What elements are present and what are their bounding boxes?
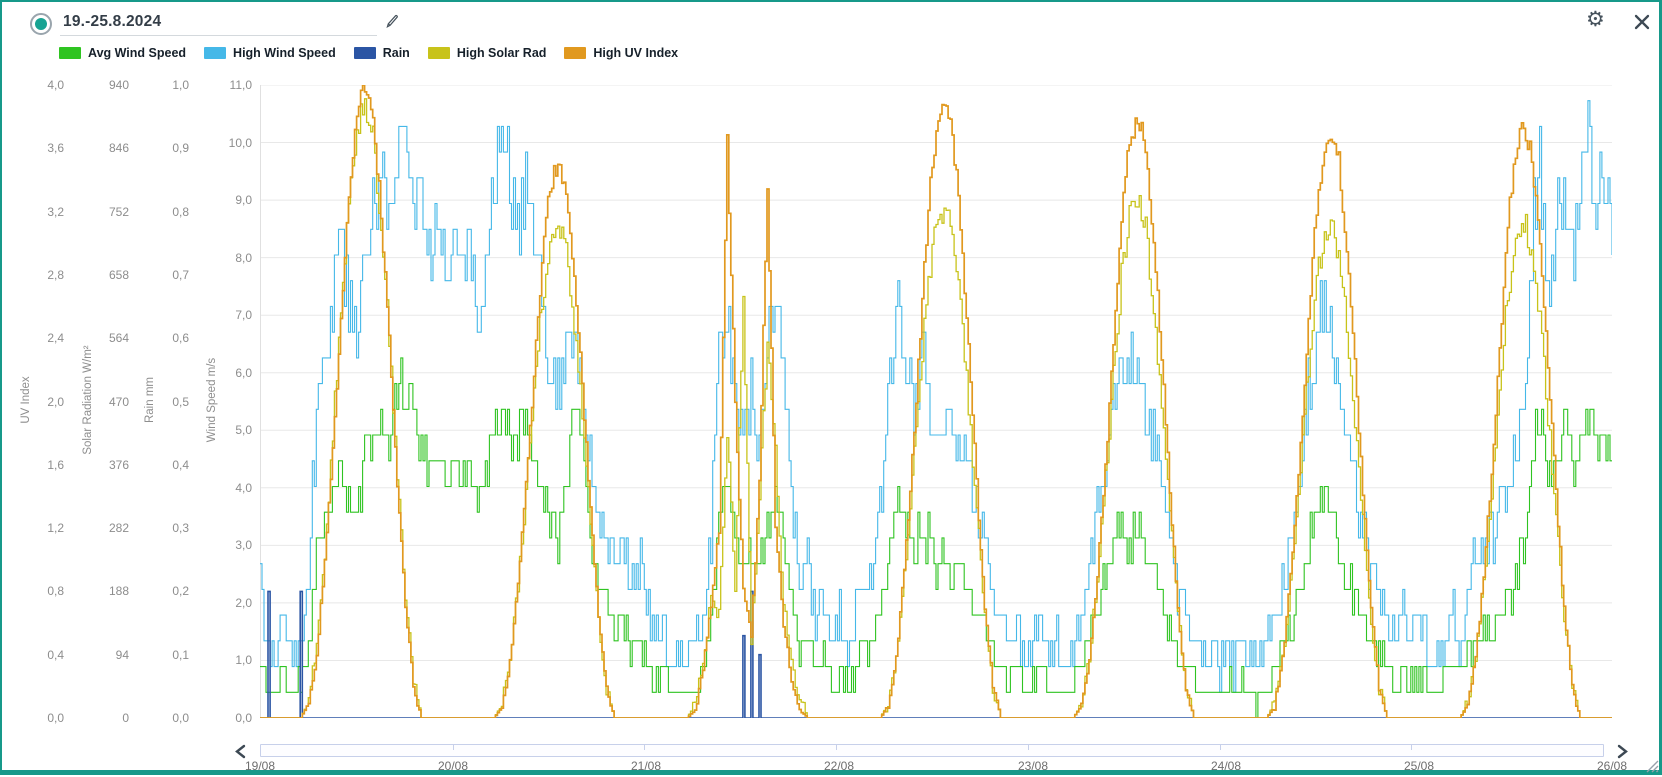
tick-label: 658 xyxy=(109,268,129,282)
app-window: 19.-25.8.2024 ⚙ Avg Wind SpeedHigh Wind … xyxy=(0,0,1662,775)
tick-label: 2,4 xyxy=(47,331,64,345)
scrollbar-day-tick xyxy=(1220,745,1221,750)
tick-column-solar: 940846752658564470376282188940 xyxy=(83,2,129,777)
x-axis-label: 20/08 xyxy=(418,759,488,773)
settings-gear-button[interactable]: ⚙ xyxy=(1586,9,1605,30)
tick-label: 10,0 xyxy=(229,136,252,150)
series-rain xyxy=(260,591,1612,718)
tick-label: 8,0 xyxy=(235,251,252,265)
legend-swatch-icon xyxy=(564,47,586,59)
scrollbar-day-tick xyxy=(1028,745,1029,750)
legend-item-high-solar-rad[interactable]: High Solar Rad xyxy=(428,46,547,60)
tick-label: 752 xyxy=(109,205,129,219)
x-axis-label: 23/08 xyxy=(998,759,1068,773)
tick-label: 5,0 xyxy=(235,423,252,437)
legend-item-rain[interactable]: Rain xyxy=(354,46,410,60)
series-avg-wind-speed xyxy=(260,358,1612,718)
tick-label: 2,8 xyxy=(47,268,64,282)
x-axis-label: 24/08 xyxy=(1191,759,1261,773)
scrollbar-day-tick xyxy=(1411,745,1412,750)
tick-label: 0,5 xyxy=(172,395,189,409)
tick-label: 9,0 xyxy=(235,193,252,207)
scrollbar-day-tick xyxy=(453,745,454,750)
series-high-solar-rad xyxy=(260,99,1612,718)
tick-column-uv: 4,0 3,6 3,2 2,8 2,4 2,0 1,6 1,2 0,8 0,4 0,0 xyxy=(18,2,64,777)
tick-label: 0 xyxy=(122,711,129,725)
tick-column-wind: 11,0 10,0 9,0 8,0 7,0 6,0 5,0 4,0 3,0 2,0 1,0 0,0 xyxy=(206,2,252,777)
tick-label: 0,7 xyxy=(172,268,189,282)
x-axis-label: 22/08 xyxy=(804,759,874,773)
tick-label: 3,6 xyxy=(47,141,64,155)
resize-handle-icon[interactable] xyxy=(1644,758,1660,774)
close-icon[interactable] xyxy=(1634,14,1650,30)
chart-plot-area xyxy=(260,85,1612,718)
scrollbar-day-tick xyxy=(836,745,837,750)
tick-label: 0,4 xyxy=(172,458,189,472)
tick-label: 1,2 xyxy=(47,521,64,535)
x-axis-label: 21/08 xyxy=(611,759,681,773)
x-axis-label: 25/08 xyxy=(1384,759,1454,773)
tick-label: 0,0 xyxy=(172,711,189,725)
tick-label: 0,0 xyxy=(235,711,252,725)
tick-label: 1,6 xyxy=(47,458,64,472)
tick-label: 0,0 xyxy=(47,711,64,725)
tick-label: 0,3 xyxy=(172,521,189,535)
series-high-uv-index xyxy=(260,85,1612,718)
legend-label: Rain xyxy=(383,46,410,60)
scroll-right-chevron-icon[interactable] xyxy=(1616,744,1629,759)
tick-label: 3,0 xyxy=(235,538,252,552)
tick-column-rain: 1,0 0,9 0,8 0,7 0,6 0,5 0,4 0,3 0,2 0,1 0,0 xyxy=(143,2,189,777)
tick-label: 1,0 xyxy=(235,653,252,667)
time-scrollbar[interactable] xyxy=(260,744,1604,757)
scrollbar-day-tick xyxy=(644,745,645,750)
tick-label: 7,0 xyxy=(235,308,252,322)
tick-label: 564 xyxy=(109,331,129,345)
scroll-left-chevron-icon[interactable] xyxy=(234,744,247,759)
tick-label: 0,8 xyxy=(47,584,64,598)
tick-label: 4,0 xyxy=(47,78,64,92)
legend-label: High Solar Rad xyxy=(457,46,547,60)
legend-label: High UV Index xyxy=(593,46,678,60)
tick-label: 376 xyxy=(109,458,129,472)
series-high-wind-speed xyxy=(260,101,1612,693)
tick-label: 6,0 xyxy=(235,366,252,380)
tick-label: 0,8 xyxy=(172,205,189,219)
legend-item-high-uv-index[interactable]: High UV Index xyxy=(564,46,678,60)
tick-label: 1,0 xyxy=(172,78,189,92)
tick-label: 11,0 xyxy=(230,78,252,92)
tick-label: 0,1 xyxy=(172,648,189,662)
tick-label: 846 xyxy=(109,141,129,155)
tick-label: 940 xyxy=(109,78,129,92)
x-axis-label: 26/08 xyxy=(1577,759,1647,773)
tick-label: 0,2 xyxy=(172,584,189,598)
tick-label: 282 xyxy=(109,521,129,535)
tick-label: 2,0 xyxy=(235,596,252,610)
tick-label: 2,0 xyxy=(47,395,64,409)
legend-swatch-icon xyxy=(428,47,450,59)
tick-label: 188 xyxy=(109,584,129,598)
tick-label: 3,2 xyxy=(47,205,64,219)
x-axis-label: 19/08 xyxy=(225,759,295,773)
tick-label: 4,0 xyxy=(235,481,252,495)
tick-label: 0,4 xyxy=(47,648,64,662)
tick-label: 470 xyxy=(109,395,129,409)
legend-swatch-icon xyxy=(354,47,376,59)
edit-pencil-icon[interactable] xyxy=(384,13,401,30)
tick-label: 94 xyxy=(116,648,129,662)
tick-label: 0,6 xyxy=(172,331,189,345)
tick-label: 0,9 xyxy=(172,141,189,155)
